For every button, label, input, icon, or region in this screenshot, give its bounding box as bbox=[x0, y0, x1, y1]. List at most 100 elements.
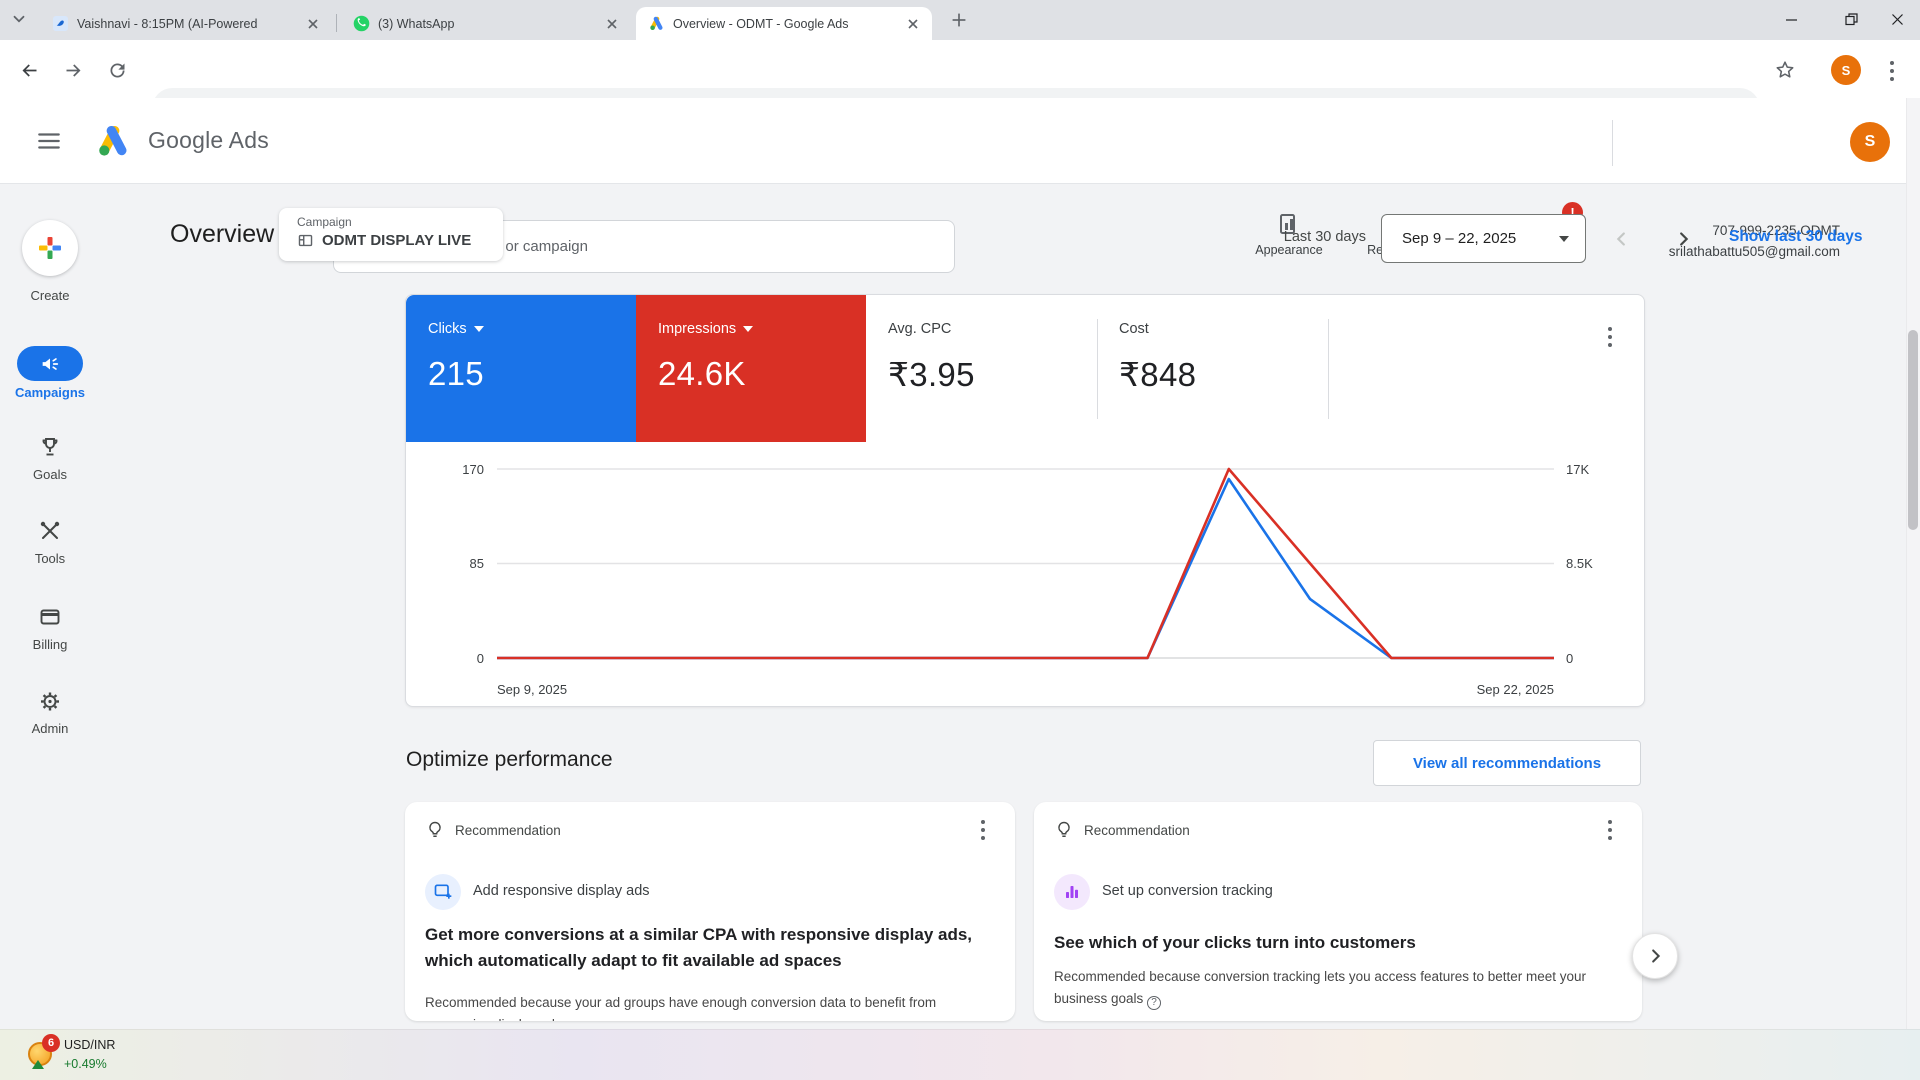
view-all-label: View all recommendations bbox=[1412, 754, 1602, 772]
metric-label: Impressions bbox=[658, 321, 737, 337]
metric-impressions[interactable]: Impressions 24.6K bbox=[636, 295, 866, 442]
scrollbar-track[interactable] bbox=[1906, 98, 1920, 1029]
header-divider bbox=[1612, 120, 1613, 166]
window-close-button[interactable] bbox=[1874, 0, 1920, 38]
section-title: Optimize performance bbox=[406, 748, 613, 771]
show-last-30-days-link[interactable]: Show last 30 days bbox=[1729, 228, 1863, 246]
page-title: Overview bbox=[170, 220, 275, 248]
metric-divider bbox=[1328, 319, 1329, 419]
sidebar-item-campaigns[interactable] bbox=[17, 346, 83, 381]
card-menu-icon[interactable] bbox=[971, 820, 995, 840]
brand-name: Google Ads bbox=[148, 127, 269, 153]
card-tag: Recommendation bbox=[1084, 822, 1190, 838]
chevron-down-icon bbox=[1559, 235, 1569, 242]
browser-menu-icon[interactable] bbox=[1880, 61, 1904, 81]
widget-badge: 6 bbox=[42, 1034, 60, 1052]
sidebar-item-admin[interactable] bbox=[38, 689, 62, 713]
reload-icon[interactable] bbox=[104, 57, 130, 83]
bookmark-star-icon[interactable] bbox=[1772, 57, 1798, 83]
tab-close-icon[interactable] bbox=[304, 15, 322, 33]
metric-clicks[interactable]: Clicks 215 bbox=[406, 295, 636, 442]
sidebar-label-create: Create bbox=[30, 288, 70, 303]
campaign-icon bbox=[298, 234, 313, 247]
recommendation-card[interactable]: Recommendation Set up conversion trackin… bbox=[1034, 802, 1642, 1021]
forward-icon[interactable] bbox=[60, 57, 86, 83]
scrollbar-thumb[interactable] bbox=[1908, 330, 1918, 530]
trend-up-icon bbox=[32, 1060, 44, 1069]
sidebar-item-billing[interactable] bbox=[38, 605, 62, 629]
campaign-eyebrow: Campaign bbox=[297, 215, 352, 229]
campaign-selector-chip[interactable]: Campaign ODMT DISPLAY LIVE bbox=[279, 208, 503, 261]
card-menu-icon[interactable] bbox=[1598, 327, 1622, 347]
metric-value: ₹848 bbox=[1119, 356, 1197, 393]
card-menu-icon[interactable] bbox=[1598, 820, 1622, 840]
profile-initial: S bbox=[1841, 62, 1851, 78]
info-icon[interactable]: ? bbox=[1147, 996, 1162, 1010]
recommendation-card[interactable]: Recommendation Add responsive display ad… bbox=[405, 802, 1015, 1021]
back-icon[interactable] bbox=[16, 57, 42, 83]
chevron-down-icon[interactable] bbox=[473, 326, 484, 332]
browser-profile-avatar[interactable]: S bbox=[1831, 55, 1861, 85]
tab-close-icon[interactable] bbox=[603, 15, 621, 33]
account-avatar[interactable]: S bbox=[1850, 122, 1890, 162]
google-ads-favicon bbox=[648, 15, 665, 32]
date-range-dropdown[interactable]: Sep 9 – 22, 2025 bbox=[1381, 214, 1586, 263]
metric-label: Clicks bbox=[428, 321, 467, 337]
window-minimize-button[interactable] bbox=[1768, 0, 1814, 38]
y-axis-tick: 0 bbox=[477, 651, 484, 666]
taskbar-widget[interactable]: 6 USD/INR +0.49% bbox=[24, 1034, 194, 1076]
card-tag: Recommendation bbox=[455, 822, 561, 838]
tab-separator bbox=[336, 14, 337, 32]
y-axis-tick: 170 bbox=[462, 462, 484, 477]
sonr-favicon bbox=[52, 15, 69, 32]
browser-tab[interactable]: (3) WhatsApp bbox=[341, 7, 631, 40]
performance-card: Clicks 215 Impressions 24.6K Avg. CPC ₹3… bbox=[405, 294, 1645, 707]
responsive-display-ads-icon bbox=[425, 874, 461, 910]
credit-card-icon bbox=[40, 609, 60, 625]
clicks-line bbox=[497, 477, 1554, 660]
ads-header: Google Ads Appearance Refresh Help Notif… bbox=[0, 98, 1920, 273]
sidebar-label-campaigns: Campaigns bbox=[14, 385, 86, 400]
sidebar-item-create[interactable] bbox=[22, 220, 78, 276]
date-range-value: Sep 9 – 22, 2025 bbox=[1402, 230, 1517, 247]
y2-axis-tick: 8.5K bbox=[1566, 556, 1593, 571]
recommendation-action: Add responsive display ads bbox=[473, 883, 650, 899]
window-restore-button[interactable] bbox=[1828, 0, 1874, 38]
tab-title: Vaishnavi - 8:15PM (AI-Powered bbox=[77, 16, 258, 31]
metric-value: 215 bbox=[428, 355, 484, 392]
whatsapp-favicon bbox=[353, 15, 370, 32]
browser-tab-active[interactable]: Overview - ODMT - Google Ads bbox=[636, 7, 932, 40]
tab-title: Overview - ODMT - Google Ads bbox=[673, 16, 849, 31]
tab-search-icon[interactable] bbox=[10, 10, 28, 33]
metric-avg-cpc[interactable]: Avg. CPC ₹3.95 bbox=[866, 295, 1097, 442]
x-axis-end-label: Sep 22, 2025 bbox=[1477, 682, 1554, 697]
gear-icon bbox=[41, 692, 59, 710]
metric-cost[interactable]: Cost ₹848 bbox=[1097, 295, 1328, 442]
recommendation-headline: Get more conversions at a similar CPA wi… bbox=[425, 925, 973, 970]
sidebar-item-tools[interactable] bbox=[38, 519, 62, 543]
sidebar-item-goals[interactable] bbox=[38, 435, 62, 459]
conversion-tracking-icon bbox=[1054, 874, 1090, 910]
prev-period-button[interactable] bbox=[1605, 222, 1639, 256]
chevron-down-icon[interactable] bbox=[743, 326, 754, 332]
tab-strip: Vaishnavi - 8:15PM (AI-Powered (3) Whats… bbox=[0, 0, 1920, 40]
browser-tab[interactable]: Vaishnavi - 8:15PM (AI-Powered bbox=[40, 7, 332, 40]
next-period-button[interactable] bbox=[1666, 222, 1700, 256]
lightbulb-icon bbox=[1058, 821, 1070, 837]
tab-close-icon[interactable] bbox=[904, 15, 922, 33]
sidebar-label-goals: Goals bbox=[33, 467, 67, 482]
sidebar-label-tools: Tools bbox=[34, 551, 66, 566]
y-axis-tick: 85 bbox=[470, 556, 484, 571]
view-all-recommendations-button[interactable]: View all recommendations bbox=[1373, 740, 1641, 786]
new-tab-button[interactable] bbox=[948, 9, 970, 36]
x-axis-start-label: Sep 9, 2025 bbox=[497, 682, 567, 697]
stock-pair: USD/INR bbox=[64, 1038, 116, 1052]
screen: Vaishnavi - 8:15PM (AI-Powered (3) Whats… bbox=[0, 0, 1920, 1080]
taskbar: 6 USD/INR +0.49% bbox=[0, 1029, 1920, 1080]
recommendation-headline: See which of your clicks turn into custo… bbox=[1054, 933, 1416, 952]
next-recommendations-button[interactable] bbox=[1632, 933, 1678, 979]
appearance-label: Appearance bbox=[1255, 243, 1323, 257]
metric-divider bbox=[1097, 319, 1098, 419]
hamburger-menu-icon[interactable] bbox=[36, 128, 62, 159]
tools-icon bbox=[40, 521, 60, 539]
